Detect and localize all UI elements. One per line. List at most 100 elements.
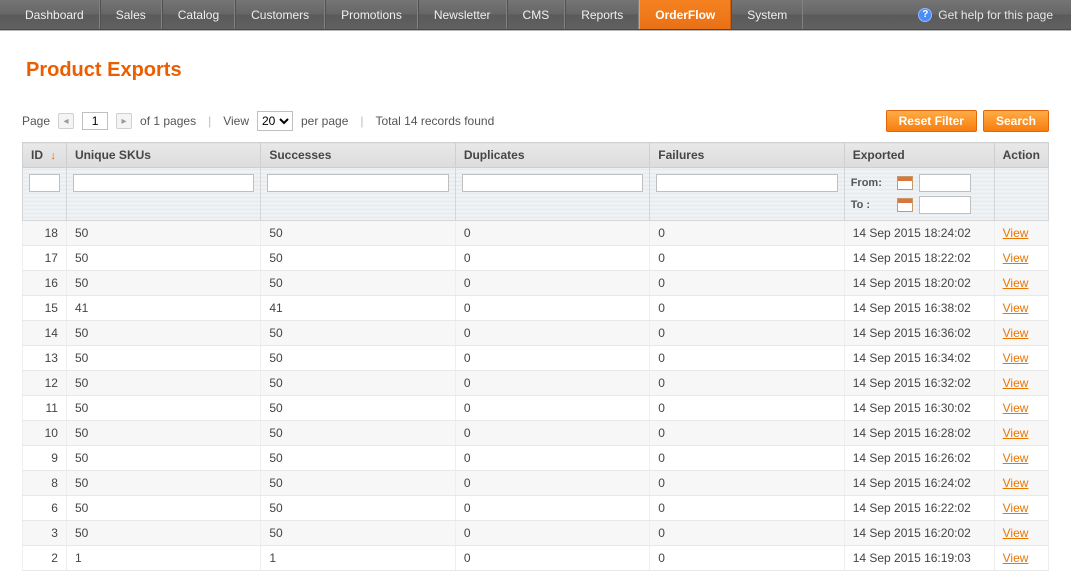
nav-item-promotions[interactable]: Promotions — [325, 0, 418, 29]
table-row[interactable]: 1250500014 Sep 2015 16:32:02View — [23, 371, 1049, 396]
table-row[interactable]: 950500014 Sep 2015 16:26:02View — [23, 446, 1049, 471]
page-number-input[interactable] — [82, 112, 108, 130]
grid-toolbar: Page ◂ ▸ of 1 pages | View 20 per page |… — [22, 110, 1049, 132]
filter-failures-input[interactable] — [656, 174, 837, 192]
filter-duplicates-input[interactable] — [462, 174, 643, 192]
view-link[interactable]: View — [1003, 476, 1029, 490]
prev-page-button[interactable]: ◂ — [58, 113, 74, 129]
calendar-icon[interactable] — [897, 198, 913, 212]
table-row[interactable]: 1541410014 Sep 2015 16:38:02View — [23, 296, 1049, 321]
filter-sku-input[interactable] — [73, 174, 254, 192]
cell-successes: 50 — [261, 421, 455, 446]
nav-item-customers[interactable]: Customers — [235, 0, 325, 29]
calendar-icon[interactable] — [897, 176, 913, 190]
cell-exported: 14 Sep 2015 16:24:02 — [844, 471, 994, 496]
cell-action: View — [994, 296, 1048, 321]
cell-duplicates: 0 — [455, 496, 649, 521]
nav-item-dashboard[interactable]: Dashboard — [10, 0, 100, 29]
table-row[interactable]: 1050500014 Sep 2015 16:28:02View — [23, 421, 1049, 446]
filter-action-cell — [994, 168, 1048, 221]
toolbar-sep-2: | — [356, 114, 367, 128]
cell-sku: 50 — [66, 496, 260, 521]
table-row[interactable]: 1150500014 Sep 2015 16:30:02View — [23, 396, 1049, 421]
cell-duplicates: 0 — [455, 271, 649, 296]
nav-item-orderflow[interactable]: OrderFlow — [639, 0, 731, 29]
per-page-select[interactable]: 20 — [257, 111, 293, 131]
view-link[interactable]: View — [1003, 226, 1029, 240]
col-header-failures[interactable]: Failures — [650, 143, 844, 168]
page-title: Product Exports — [26, 59, 1049, 82]
cell-failures: 0 — [650, 271, 844, 296]
table-row[interactable]: 350500014 Sep 2015 16:20:02View — [23, 521, 1049, 546]
col-header-exported[interactable]: Exported — [844, 143, 994, 168]
view-link[interactable]: View — [1003, 426, 1029, 440]
help-link[interactable]: ? Get help for this page — [910, 0, 1061, 29]
col-header-successes[interactable]: Successes — [261, 143, 455, 168]
cell-duplicates: 0 — [455, 521, 649, 546]
cell-id: 14 — [23, 321, 67, 346]
col-header-id[interactable]: ID ↓ — [23, 143, 67, 168]
view-link[interactable]: View — [1003, 501, 1029, 515]
view-link[interactable]: View — [1003, 351, 1029, 365]
top-nav: DashboardSalesCatalogCustomersPromotions… — [0, 0, 1071, 30]
table-row[interactable]: 1650500014 Sep 2015 18:20:02View — [23, 271, 1049, 296]
nav-item-cms[interactable]: CMS — [507, 0, 566, 29]
table-row[interactable]: 1850500014 Sep 2015 18:24:02View — [23, 221, 1049, 246]
cell-action: View — [994, 446, 1048, 471]
col-header-id-label: ID — [31, 148, 43, 162]
nav-item-sales[interactable]: Sales — [100, 0, 162, 29]
table-row[interactable]: 1750500014 Sep 2015 18:22:02View — [23, 246, 1049, 271]
view-link[interactable]: View — [1003, 401, 1029, 415]
filter-from-input[interactable] — [919, 174, 971, 192]
nav-item-reports[interactable]: Reports — [565, 0, 639, 29]
view-link[interactable]: View — [1003, 326, 1029, 340]
cell-action: View — [994, 396, 1048, 421]
filter-to-input[interactable] — [919, 196, 971, 214]
cell-sku: 50 — [66, 271, 260, 296]
table-row[interactable]: 650500014 Sep 2015 16:22:02View — [23, 496, 1049, 521]
table-row[interactable]: 850500014 Sep 2015 16:24:02View — [23, 471, 1049, 496]
cell-action: View — [994, 496, 1048, 521]
view-link[interactable]: View — [1003, 451, 1029, 465]
cell-failures: 0 — [650, 321, 844, 346]
cell-sku: 50 — [66, 421, 260, 446]
cell-successes: 50 — [261, 221, 455, 246]
cell-sku: 50 — [66, 246, 260, 271]
cell-id: 13 — [23, 346, 67, 371]
view-link[interactable]: View — [1003, 251, 1029, 265]
table-row[interactable]: 1350500014 Sep 2015 16:34:02View — [23, 346, 1049, 371]
cell-sku: 1 — [66, 546, 260, 571]
search-button[interactable]: Search — [983, 110, 1049, 132]
cell-id: 9 — [23, 446, 67, 471]
filter-id-input[interactable] — [29, 174, 60, 192]
cell-failures: 0 — [650, 246, 844, 271]
view-link[interactable]: View — [1003, 551, 1029, 565]
cell-id: 6 — [23, 496, 67, 521]
nav-item-catalog[interactable]: Catalog — [162, 0, 235, 29]
table-row[interactable]: 1450500014 Sep 2015 16:36:02View — [23, 321, 1049, 346]
col-header-duplicates[interactable]: Duplicates — [455, 143, 649, 168]
cell-failures: 0 — [650, 346, 844, 371]
col-header-sku[interactable]: Unique SKUs — [66, 143, 260, 168]
cell-id: 18 — [23, 221, 67, 246]
view-link[interactable]: View — [1003, 276, 1029, 290]
nav-item-system[interactable]: System — [731, 0, 803, 29]
grid-body: 1850500014 Sep 2015 18:24:02View17505000… — [23, 221, 1049, 571]
next-page-button[interactable]: ▸ — [116, 113, 132, 129]
cell-action: View — [994, 321, 1048, 346]
filter-successes-input[interactable] — [267, 174, 448, 192]
cell-action: View — [994, 471, 1048, 496]
view-link[interactable]: View — [1003, 526, 1029, 540]
cell-sku: 50 — [66, 321, 260, 346]
nav-item-newsletter[interactable]: Newsletter — [418, 0, 507, 29]
table-row[interactable]: 2110014 Sep 2015 16:19:03View — [23, 546, 1049, 571]
reset-filter-button[interactable]: Reset Filter — [886, 110, 977, 132]
cell-id: 11 — [23, 396, 67, 421]
cell-id: 17 — [23, 246, 67, 271]
view-link[interactable]: View — [1003, 301, 1029, 315]
cell-failures: 0 — [650, 471, 844, 496]
view-link[interactable]: View — [1003, 376, 1029, 390]
cell-duplicates: 0 — [455, 346, 649, 371]
cell-action: View — [994, 421, 1048, 446]
cell-exported: 14 Sep 2015 16:26:02 — [844, 446, 994, 471]
